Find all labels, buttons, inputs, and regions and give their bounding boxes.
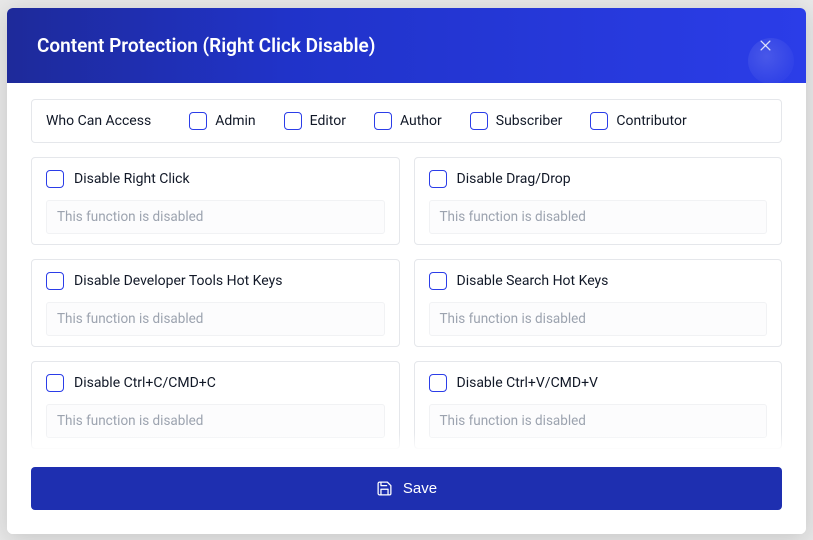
option-status: This function is disabled — [46, 200, 385, 234]
modal: Content Protection (Right Click Disable)… — [7, 8, 806, 534]
role-label: Contributor — [616, 113, 686, 129]
access-row: Who Can Access Admin Editor Author Subsc… — [31, 99, 782, 143]
option-label: Disable Developer Tools Hot Keys — [74, 273, 282, 289]
role-label: Admin — [215, 113, 255, 129]
modal-title: Content Protection (Right Click Disable) — [37, 34, 375, 57]
save-button[interactable]: Save — [31, 467, 782, 510]
option-status: This function is disabled — [46, 404, 385, 438]
option-disable-ctrl-v: Disable Ctrl+V/CMD+V This function is di… — [414, 361, 783, 449]
option-label: Disable Drag/Drop — [457, 171, 571, 187]
checkbox[interactable] — [374, 112, 392, 130]
role-admin[interactable]: Admin — [189, 112, 255, 130]
role-label: Subscriber — [496, 113, 563, 129]
role-contributor[interactable]: Contributor — [590, 112, 686, 130]
option-disable-search-hotkeys: Disable Search Hot Keys This function is… — [414, 259, 783, 347]
option-disable-right-click: Disable Right Click This function is dis… — [31, 157, 400, 245]
option-label: Disable Right Click — [74, 171, 190, 187]
save-icon — [376, 480, 393, 497]
checkbox[interactable] — [284, 112, 302, 130]
options-grid: Disable Right Click This function is dis… — [31, 157, 782, 451]
checkbox[interactable] — [189, 112, 207, 130]
role-editor[interactable]: Editor — [284, 112, 346, 130]
role-subscriber[interactable]: Subscriber — [470, 112, 563, 130]
checkbox[interactable] — [46, 170, 64, 188]
modal-body: Who Can Access Admin Editor Author Subsc… — [7, 83, 806, 451]
save-button-label: Save — [403, 480, 437, 497]
modal-header: Content Protection (Right Click Disable) — [7, 8, 806, 83]
option-label: Disable Ctrl+V/CMD+V — [457, 375, 598, 391]
checkbox[interactable] — [429, 170, 447, 188]
option-disable-drag-drop: Disable Drag/Drop This function is disab… — [414, 157, 783, 245]
checkbox[interactable] — [470, 112, 488, 130]
role-label: Author — [400, 113, 442, 129]
option-status: This function is disabled — [429, 404, 768, 438]
option-label: Disable Ctrl+C/CMD+C — [74, 375, 216, 391]
close-icon — [758, 38, 773, 53]
option-status: This function is disabled — [46, 302, 385, 336]
option-label: Disable Search Hot Keys — [457, 273, 609, 289]
role-author[interactable]: Author — [374, 112, 442, 130]
modal-footer: Save — [7, 451, 806, 534]
access-label: Who Can Access — [46, 113, 151, 129]
option-status: This function is disabled — [429, 200, 768, 234]
option-disable-ctrl-c: Disable Ctrl+C/CMD+C This function is di… — [31, 361, 400, 449]
option-disable-devtools-hotkeys: Disable Developer Tools Hot Keys This fu… — [31, 259, 400, 347]
close-button[interactable] — [754, 35, 776, 57]
checkbox[interactable] — [46, 272, 64, 290]
option-status: This function is disabled — [429, 302, 768, 336]
checkbox[interactable] — [46, 374, 64, 392]
checkbox[interactable] — [429, 374, 447, 392]
checkbox[interactable] — [590, 112, 608, 130]
checkbox[interactable] — [429, 272, 447, 290]
role-label: Editor — [310, 113, 346, 129]
